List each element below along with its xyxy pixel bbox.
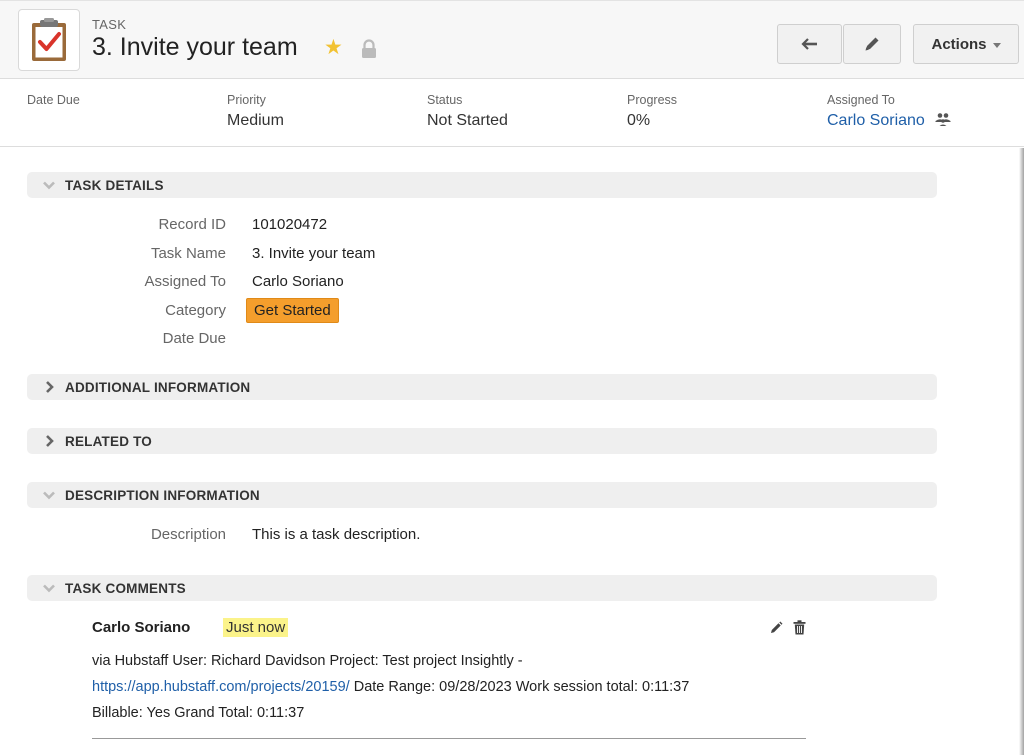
task-name-value: 3. Invite your team [252, 245, 376, 262]
summary-priority: Priority Medium [227, 93, 284, 130]
category-label: Category [165, 302, 226, 319]
summary-progress-label: Progress [627, 93, 678, 107]
caret-down-icon [992, 42, 1001, 48]
section-title: ADDITIONAL INFORMATION [65, 379, 251, 395]
comment-text-line-3: Billable: Yes Grand Total: 0:11:37 [92, 705, 305, 721]
summary-assigned-to: Assigned To Carlo Soriano [827, 93, 951, 130]
description-label: Description [150, 526, 226, 543]
comment-divider [92, 738, 806, 739]
assigned-to-label: Assigned To [144, 273, 226, 290]
summary-strip: Date Due Priority Medium Status Not Star… [0, 79, 1024, 147]
comment-timestamp: Just now [223, 618, 289, 637]
description-value: This is a task description. [252, 526, 421, 543]
back-button[interactable] [777, 24, 842, 64]
section-title: RELATED TO [65, 433, 153, 449]
comment-author: Carlo Soriano [92, 619, 191, 636]
lock-icon[interactable] [360, 39, 378, 59]
summary-status-label: Status [427, 93, 463, 107]
section-additional-information[interactable]: ADDITIONAL INFORMATION [27, 374, 937, 400]
section-related-to[interactable]: RELATED TO [27, 428, 937, 454]
section-title: TASK DETAILS [65, 177, 164, 193]
chevron-down-icon [43, 584, 55, 593]
back-arrow-icon [800, 38, 817, 50]
star-icon[interactable]: ★ [324, 37, 343, 59]
comment-text-line-2-rest: Date Range: 09/28/2023 Work session tota… [349, 679, 690, 695]
comment-project-link[interactable]: https://app.hubstaff.com/projects/20159/ [92, 679, 350, 695]
page-title: 3. Invite your team [92, 33, 298, 61]
comment-text-line-1: via Hubstaff User: Richard Davidson Proj… [92, 653, 523, 669]
record-header: TASK 3. Invite your team ★ Actions [0, 0, 1024, 79]
chevron-down-icon [43, 491, 55, 500]
summary-progress-value: 0% [627, 112, 651, 129]
pencil-icon [865, 37, 879, 51]
actions-dropdown-button[interactable]: Actions [913, 24, 1019, 64]
trash-icon[interactable] [793, 620, 806, 635]
record-id-label: Record ID [158, 216, 226, 233]
chevron-down-icon [43, 181, 55, 190]
summary-date-due-label: Date Due [27, 93, 80, 107]
date-due-label: Date Due [162, 330, 226, 347]
assigned-user-link[interactable]: Carlo Soriano [827, 112, 925, 129]
summary-priority-value: Medium [227, 112, 284, 129]
people-icon[interactable] [935, 112, 951, 126]
summary-date-due: Date Due [27, 93, 80, 112]
category-badge: Get Started [246, 298, 339, 323]
edit-button[interactable] [843, 24, 901, 64]
record-type-label: TASK [92, 17, 127, 32]
pencil-icon[interactable] [769, 621, 783, 635]
scroll-edge [1019, 148, 1024, 755]
chevron-right-icon [46, 435, 54, 447]
task-name-label: Task Name [150, 245, 226, 262]
summary-status: Status Not Started [427, 93, 508, 130]
summary-assigned-label: Assigned To [827, 93, 895, 107]
section-title: DESCRIPTION INFORMATION [65, 487, 260, 503]
section-task-details[interactable]: TASK DETAILS [27, 172, 937, 198]
record-id-value: 101020472 [252, 216, 328, 233]
summary-priority-label: Priority [227, 93, 266, 107]
section-task-comments[interactable]: TASK COMMENTS [27, 575, 937, 601]
summary-status-value: Not Started [427, 112, 508, 129]
task-clipboard-icon [18, 9, 80, 71]
chevron-right-icon [46, 381, 54, 393]
section-description-information[interactable]: DESCRIPTION INFORMATION [27, 482, 937, 508]
actions-label: Actions [931, 35, 987, 53]
comment-text-line-2: https://app.hubstaff.com/projects/20159/… [92, 679, 689, 695]
assigned-to-value: Carlo Soriano [252, 273, 344, 290]
summary-progress: Progress 0% [627, 93, 677, 130]
section-title: TASK COMMENTS [65, 580, 186, 596]
